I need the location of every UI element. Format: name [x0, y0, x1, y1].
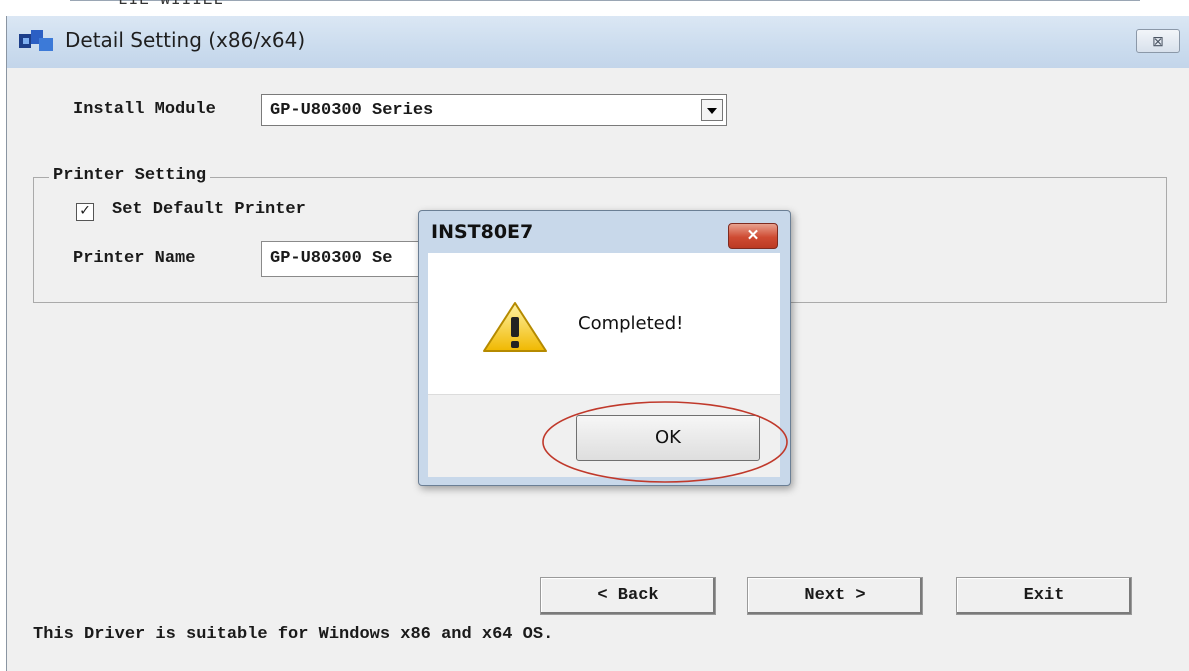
window-titlebar[interactable]: Detail Setting (x86/x64) ⊠: [7, 16, 1189, 68]
warning-icon: [483, 302, 547, 352]
printer-name-value: GP-U80300 Se: [270, 249, 393, 268]
printer-name-label: Printer Name: [73, 249, 196, 268]
install-module-select[interactable]: GP-U80300 Series: [261, 94, 727, 126]
background-window-title: LIE WIIIEL: [118, 0, 225, 9]
back-button[interactable]: < Back: [540, 577, 716, 615]
exit-button[interactable]: Exit: [956, 577, 1132, 615]
chevron-down-icon[interactable]: [701, 99, 723, 121]
annotation-ellipse: [542, 401, 788, 483]
app-icon: [19, 30, 53, 51]
set-default-printer-label[interactable]: Set Default Printer: [112, 200, 306, 219]
install-module-label: Install Module: [73, 100, 216, 119]
footer-note: This Driver is suitable for Windows x86 …: [33, 625, 554, 644]
printer-name-field[interactable]: GP-U80300 Se: [261, 241, 421, 277]
printer-setting-legend: Printer Setting: [49, 166, 211, 185]
dialog-close-button[interactable]: ✕: [728, 223, 778, 249]
window-title: Detail Setting (x86/x64): [65, 28, 306, 52]
next-button[interactable]: Next >: [747, 577, 923, 615]
dialog-message: Completed!: [578, 313, 684, 334]
install-module-value: GP-U80300 Series: [270, 101, 434, 120]
dialog-body: Completed!: [428, 253, 780, 394]
dialog-title: INST80E7: [431, 221, 534, 243]
set-default-printer-checkbox[interactable]: ✓: [76, 203, 94, 221]
window-close-button[interactable]: ⊠: [1136, 29, 1180, 53]
